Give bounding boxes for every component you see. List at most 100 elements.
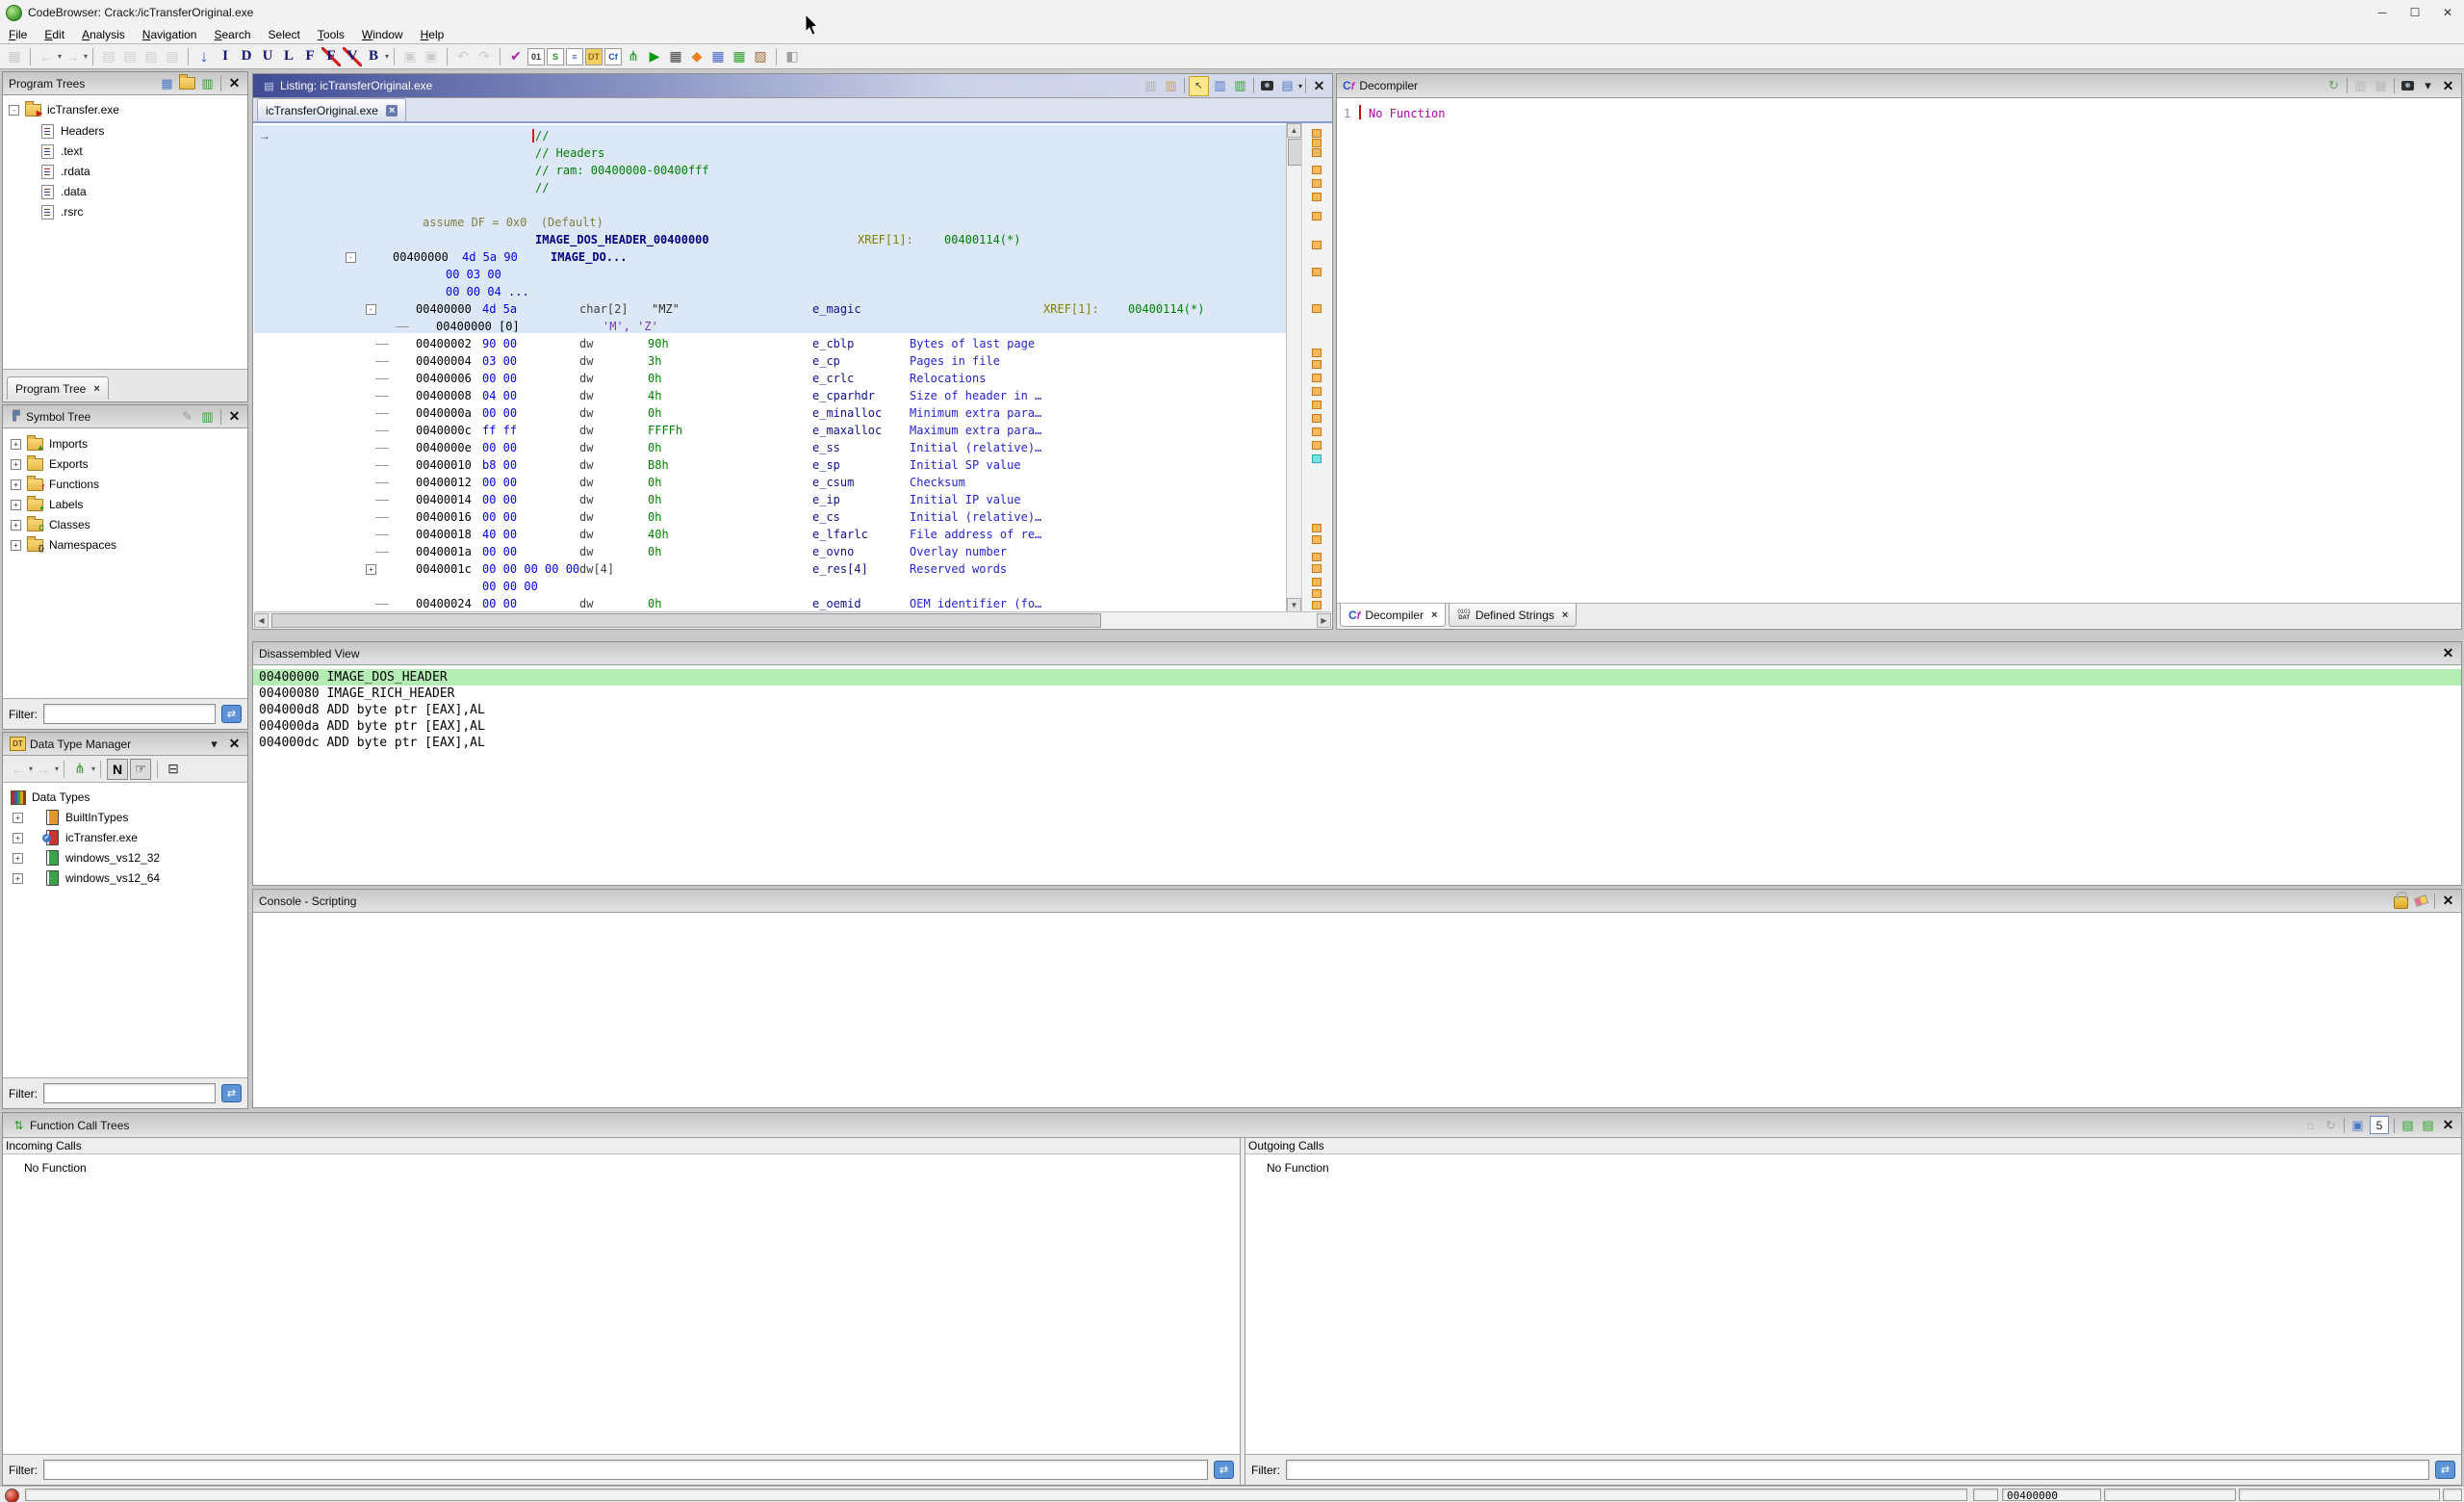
listing-row[interactable]: // ram: 00400000-00400fff xyxy=(254,162,1286,179)
analysis-marker-orange[interactable] xyxy=(1312,401,1322,409)
tab-decompiler[interactable]: Decompiler× xyxy=(1340,604,1446,627)
tab-close-icon[interactable]: × xyxy=(1562,609,1568,621)
save-tree-icon[interactable]: ▥ xyxy=(198,74,217,92)
listing-vertical-scrollbar[interactable]: ▲ ▼ xyxy=(1286,123,1302,612)
listing-row[interactable]: // Headers xyxy=(254,144,1286,162)
analysis-marker-orange[interactable] xyxy=(1312,441,1322,450)
listing-row[interactable]: IMAGE_DOS_HEADER_00400000XREF[1]:0040011… xyxy=(254,231,1286,248)
run-script-button[interactable]: ▶ xyxy=(645,47,664,66)
close-icon[interactable]: ✕ xyxy=(1310,77,1328,95)
analysis-marker-orange[interactable] xyxy=(1312,241,1322,249)
listing-row[interactable]: 0040001400 00dw0he_ipInitial IP value xyxy=(254,491,1286,508)
disassembled-list[interactable]: 00400000 IMAGE_DOS_HEADER00400080 IMAGE_… xyxy=(253,665,2461,885)
console-output[interactable] xyxy=(253,913,2461,1107)
expand-incoming-icon[interactable]: ▤ xyxy=(2399,1116,2417,1134)
scroll-up-icon[interactable]: ▲ xyxy=(1287,123,1301,138)
expander-icon[interactable]: + xyxy=(13,853,23,864)
menu-help[interactable]: Help xyxy=(412,28,453,41)
minimize-button[interactable]: ─ xyxy=(2366,0,2399,25)
menu-search[interactable]: Search xyxy=(205,28,259,41)
expander-icon[interactable]: - xyxy=(346,252,356,263)
analysis-marker-orange[interactable] xyxy=(1312,179,1322,188)
listing-row[interactable]: 0040000804 00dw4he_cparhdrSize of header… xyxy=(254,387,1286,404)
listing-row[interactable]: // xyxy=(254,127,1286,144)
action-f-clear-button[interactable]: F xyxy=(321,47,341,66)
expander-icon[interactable]: + xyxy=(11,540,21,551)
listing-row[interactable]: 0040002400 00dw0he_oemidOEM identifier (… xyxy=(254,595,1286,612)
tab-defined-strings[interactable]: Defined Strings× xyxy=(1449,604,1577,627)
menu-edit[interactable]: Edit xyxy=(36,28,73,41)
analysis-marker-orange[interactable] xyxy=(1312,139,1322,147)
analysis-marker-cyan[interactable] xyxy=(1312,454,1322,463)
listing-row[interactable]: 0040001a00 00dw0he_ovnoOverlay number xyxy=(254,543,1286,560)
tab-close-icon[interactable]: × xyxy=(386,105,398,117)
action-b-button[interactable]: B xyxy=(364,47,383,66)
listing-row[interactable]: 0040000290 00dw90he_cblpBytes of last pa… xyxy=(254,335,1286,352)
tree-item-text[interactable]: .text xyxy=(41,142,83,161)
disassembled-line[interactable]: 004000dc ADD byte ptr [EAX],AL xyxy=(253,735,2461,751)
clear-console-eraser-icon[interactable] xyxy=(2412,892,2430,910)
close-icon[interactable]: ✕ xyxy=(2439,644,2457,662)
field-header-icon[interactable]: ▥ xyxy=(1211,77,1229,95)
close-icon[interactable]: ✕ xyxy=(2439,77,2457,95)
listing-row[interactable]: 0040000cff ffdwFFFFhe_maxallocMaximum ex… xyxy=(254,422,1286,439)
open-folder-icon[interactable] xyxy=(178,74,196,92)
expander-icon[interactable]: + xyxy=(13,813,23,823)
listing-horizontal-scrollbar[interactable]: ◀ ▶ xyxy=(254,611,1331,628)
paste-icon[interactable]: ▥ xyxy=(1162,77,1180,95)
maximize-button[interactable]: ☐ xyxy=(2399,0,2431,25)
tree-item-namespaces[interactable]: +{}Namespaces xyxy=(11,535,116,555)
listing-row[interactable]: 00 00 00 xyxy=(254,578,1286,595)
dtm-arrows-icon[interactable]: ⋔ xyxy=(70,760,90,779)
filter-clear-icon[interactable]: ⇄ xyxy=(1214,1461,1234,1479)
menu-select[interactable]: Select xyxy=(260,28,309,41)
tab-close-icon[interactable]: × xyxy=(1431,609,1437,621)
analysis-marker-orange[interactable] xyxy=(1312,553,1322,561)
listing-row[interactable]: -004000004d 5achar[2]"MZ"e_magicXREF[1]:… xyxy=(254,300,1286,318)
listing-row[interactable] xyxy=(254,196,1286,214)
listing-row[interactable]: 00 03 00 xyxy=(254,266,1286,283)
tree-item-rsrc[interactable]: .rsrc xyxy=(41,202,83,221)
analysis-marker-orange[interactable] xyxy=(1312,193,1322,201)
tree-item-windows_vs12_64[interactable]: +windows_vs12_64 xyxy=(13,868,160,888)
expander-icon[interactable]: + xyxy=(13,873,23,884)
menu-navigation[interactable]: Navigation xyxy=(134,28,206,41)
new-window-icon[interactable]: ▣ xyxy=(2348,1116,2367,1134)
symbol-tree-filter-input[interactable] xyxy=(43,704,216,724)
tab-ictransferoriginal[interactable]: icTransferOriginal.exe × xyxy=(257,98,406,121)
analysis-marker-orange[interactable] xyxy=(1312,166,1322,174)
scroll-right-icon[interactable]: ▶ xyxy=(1317,613,1331,628)
incoming-filter-input[interactable] xyxy=(43,1460,1208,1480)
listing-row[interactable]: 00400000 [0]'M', 'Z' xyxy=(254,318,1286,335)
tree-item-imports[interactable]: +▲Imports xyxy=(11,434,88,453)
menu-window[interactable]: Window xyxy=(353,28,412,41)
analysis-marker-orange[interactable] xyxy=(1312,304,1322,313)
scrollbar-thumb[interactable] xyxy=(1288,139,1302,166)
listing-content[interactable]: → //// Headers// ram: 00400000-00400fff/… xyxy=(254,123,1331,612)
diff-view-icon[interactable]: ▥ xyxy=(1231,77,1249,95)
close-icon[interactable]: ✕ xyxy=(225,74,244,92)
expander-icon[interactable]: + xyxy=(13,833,23,843)
listing-row[interactable]: 00400010b8 00dwB8he_spInitial SP value xyxy=(254,456,1286,474)
recursion-depth-field[interactable]: 5 xyxy=(2370,1116,2389,1134)
listing-row[interactable]: -004000004d 5a 90IMAGE_DO... xyxy=(254,248,1286,266)
close-icon[interactable]: ✕ xyxy=(2439,1116,2457,1134)
script-manager-button[interactable]: S xyxy=(547,48,564,65)
analysis-marker-orange[interactable] xyxy=(1312,387,1322,396)
analysis-marker-orange[interactable] xyxy=(1312,589,1322,598)
tree-item-classes[interactable]: +CClasses xyxy=(11,515,90,534)
expander-icon[interactable]: - xyxy=(366,304,376,315)
listing-display-icon[interactable]: ▤ xyxy=(1278,77,1296,95)
expand-outgoing-icon[interactable]: ▤ xyxy=(2419,1116,2437,1134)
analysis-marker-orange[interactable] xyxy=(1312,427,1322,436)
tree-item-builtintypes[interactable]: +BuiltInTypes xyxy=(13,808,128,827)
expander-icon[interactable]: + xyxy=(11,479,21,490)
expander-icon[interactable]: + xyxy=(11,520,21,531)
analysis-marker-orange[interactable] xyxy=(1312,212,1322,220)
close-icon[interactable]: ✕ xyxy=(225,407,244,426)
action-d-button[interactable]: D xyxy=(237,47,256,66)
listing-row[interactable]: 0040001600 00dw0he_csInitial (relative)… xyxy=(254,508,1286,526)
expander-icon[interactable]: + xyxy=(366,564,376,575)
action-i-button[interactable]: I xyxy=(216,47,235,66)
expander-icon[interactable]: + xyxy=(11,459,21,470)
